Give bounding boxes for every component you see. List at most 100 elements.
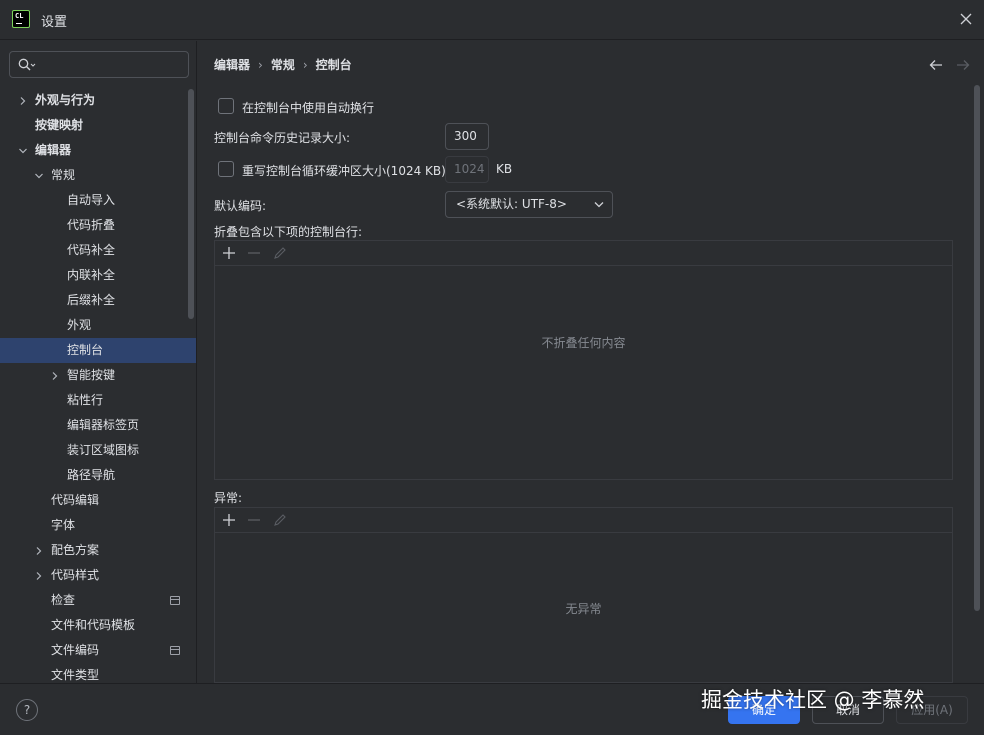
window-title: 设置 xyxy=(41,15,68,30)
sidebar-item-label: 文件和代码模板 xyxy=(51,618,136,632)
sidebar-item-label: 代码补全 xyxy=(67,243,116,257)
sidebar-item-label: 按键映射 xyxy=(35,118,84,132)
sidebar-item[interactable]: 自动导入 xyxy=(0,188,196,213)
chevron-right-icon[interactable] xyxy=(34,571,44,581)
buffer-unit-label: KB xyxy=(496,162,513,176)
remove-icon[interactable] xyxy=(246,512,262,528)
sidebar-item-label: 内联补全 xyxy=(67,268,116,282)
sidebar-item-label: 字体 xyxy=(51,518,76,532)
sidebar-item[interactable]: 路径导航 xyxy=(0,463,196,488)
sidebar-item-label: 编辑器 xyxy=(35,143,72,157)
clion-app-icon: CL xyxy=(12,10,30,28)
add-icon[interactable] xyxy=(221,245,237,261)
sidebar-item-label: 代码样式 xyxy=(51,568,100,582)
sidebar-item[interactable]: 控制台 xyxy=(0,338,196,363)
edit-icon[interactable] xyxy=(272,512,288,528)
forward-button[interactable] xyxy=(956,59,970,74)
breadcrumb-item: 控制台 xyxy=(315,58,352,72)
sidebar-item[interactable]: 粘性行 xyxy=(0,388,196,413)
sidebar-item-label: 配色方案 xyxy=(51,543,100,557)
sidebar-item[interactable]: 配色方案 xyxy=(0,538,196,563)
sidebar-item[interactable]: 外观与行为 xyxy=(0,88,196,113)
sidebar-item[interactable]: 代码样式 xyxy=(0,563,196,588)
arrow-right-icon xyxy=(957,60,970,70)
fold-lines-empty-text: 不折叠任何内容 xyxy=(541,336,626,350)
exceptions-label: 异常: xyxy=(214,491,243,505)
sidebar-item-label: 控制台 xyxy=(67,343,104,357)
encoding-label: 默认编码: xyxy=(214,199,267,213)
sidebar-item-label: 后缀补全 xyxy=(67,293,116,307)
sidebar-item-label: 文件类型 xyxy=(51,668,100,682)
breadcrumb-item[interactable]: 编辑器 xyxy=(214,58,250,72)
sidebar-item[interactable]: 外观 xyxy=(0,313,196,338)
chevron-right-icon: › xyxy=(302,58,308,72)
chevron-right-icon[interactable] xyxy=(50,371,60,381)
override-buffer-checkbox[interactable] xyxy=(218,161,234,177)
sidebar-item[interactable]: 按键映射 xyxy=(0,113,196,138)
back-button[interactable] xyxy=(929,59,943,74)
search-input[interactable] xyxy=(9,51,189,78)
search-icon xyxy=(18,58,36,71)
sidebar-item-label: 检查 xyxy=(51,593,76,607)
watermark: 掘金技术社区 @ 李慕然 xyxy=(701,688,925,712)
sidebar-item-label: 编辑器标签页 xyxy=(67,418,140,432)
sidebar-item[interactable]: 字体 xyxy=(0,513,196,538)
sidebar-item-label: 外观与行为 xyxy=(35,93,96,107)
chevron-down-icon[interactable] xyxy=(34,171,44,181)
close-icon xyxy=(960,13,972,25)
sidebar-item-label: 智能按键 xyxy=(67,368,116,382)
sidebar-item[interactable]: 编辑器标签页 xyxy=(0,413,196,438)
sidebar-item[interactable]: 代码编辑 xyxy=(0,488,196,513)
fold-lines-panel: 不折叠任何内容 xyxy=(214,240,953,480)
sidebar-item-label: 常规 xyxy=(51,168,76,182)
soft-wrap-checkbox[interactable] xyxy=(218,98,234,114)
add-icon[interactable] xyxy=(221,512,237,528)
content-scrollbar[interactable] xyxy=(974,85,980,611)
arrow-left-icon xyxy=(929,60,942,70)
breadcrumb: 编辑器 › 常规 › 控制台 xyxy=(214,56,352,73)
sidebar-item[interactable]: 文件类型 xyxy=(0,663,196,683)
history-size-input[interactable]: 300 xyxy=(445,123,489,150)
edit-icon[interactable] xyxy=(272,245,288,261)
encoding-select[interactable]: <系统默认: UTF-8> xyxy=(445,191,613,218)
remove-icon[interactable] xyxy=(246,245,262,261)
exceptions-empty-text: 无异常 xyxy=(565,602,602,616)
soft-wrap-label: 在控制台中使用自动换行 xyxy=(242,101,375,115)
title-bar: CL 设置 xyxy=(0,0,984,40)
chevron-right-icon[interactable] xyxy=(18,96,28,106)
close-button[interactable] xyxy=(958,11,974,27)
fold-lines-label: 折叠包含以下项的控制台行: xyxy=(214,225,363,239)
settings-content: 编辑器 › 常规 › 控制台 在控制台中使用自动换行 控制台命令历史记录大小: 300 … xyxy=(198,41,984,683)
sidebar-item[interactable]: 检查 xyxy=(0,588,196,613)
chevron-right-icon: › xyxy=(258,58,263,72)
sidebar-item[interactable]: 装订区域图标 xyxy=(0,438,196,463)
fold-lines-toolbar xyxy=(215,241,952,266)
sidebar-item-label: 代码折叠 xyxy=(67,218,116,232)
dialog-footer: ? 确定 取消 应用(A) 掘金技术社区 @ 李慕然 xyxy=(0,683,984,735)
sidebar-item[interactable]: 代码补全 xyxy=(0,238,196,263)
exceptions-toolbar xyxy=(215,508,952,533)
sidebar-item[interactable]: 内联补全 xyxy=(0,263,196,288)
override-buffer-label: 重写控制台循环缓冲区大小(1024 KB) xyxy=(242,164,446,178)
sidebar-item-label: 代码编辑 xyxy=(51,493,100,507)
sidebar-item[interactable]: 文件和代码模板 xyxy=(0,613,196,638)
breadcrumb-item[interactable]: 常规 xyxy=(271,58,295,72)
exceptions-panel: 无异常 xyxy=(214,507,953,683)
sidebar-scrollbar[interactable] xyxy=(188,89,194,319)
encoding-value: <系统默认: UTF-8> xyxy=(456,197,567,211)
sidebar-item[interactable]: 文件编码 xyxy=(0,638,196,663)
chevron-down-icon[interactable] xyxy=(18,146,28,156)
app-icon-text: CL xyxy=(15,12,24,20)
sidebar-item-label: 外观 xyxy=(67,318,92,332)
sidebar-item[interactable]: 智能按键 xyxy=(0,363,196,388)
buffer-size-input[interactable]: 1024 xyxy=(445,156,489,183)
chevron-down-icon xyxy=(594,202,604,208)
sidebar-item[interactable]: 代码折叠 xyxy=(0,213,196,238)
help-button[interactable]: ? xyxy=(16,699,38,721)
sidebar-item[interactable]: 编辑器 xyxy=(0,138,196,163)
chevron-right-icon[interactable] xyxy=(34,546,44,556)
settings-tree: 外观与行为按键映射编辑器常规自动导入代码折叠代码补全内联补全后缀补全外观控制台智… xyxy=(0,88,196,683)
project-scope-icon xyxy=(170,596,180,605)
sidebar-item[interactable]: 后缀补全 xyxy=(0,288,196,313)
sidebar-item[interactable]: 常规 xyxy=(0,163,196,188)
